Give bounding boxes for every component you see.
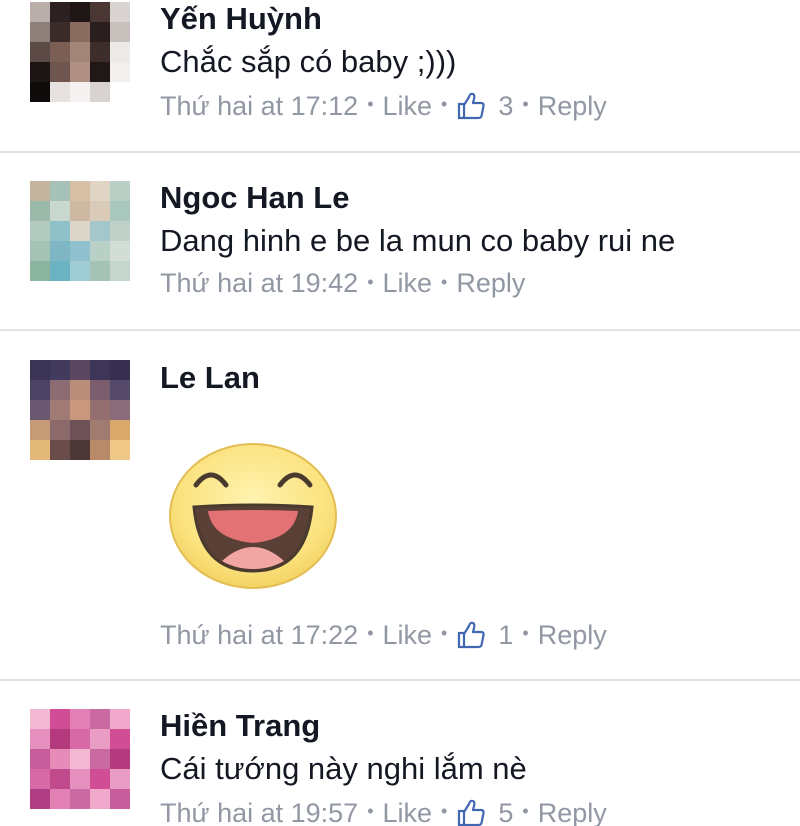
avatar[interactable] bbox=[30, 709, 130, 809]
avatar[interactable] bbox=[30, 360, 130, 460]
comment-author[interactable]: Le Lan bbox=[160, 362, 260, 393]
separator-dot: • bbox=[367, 271, 374, 292]
separator-dot: • bbox=[367, 94, 374, 114]
comment-timestamp[interactable]: Thứ hai at 19:57 bbox=[160, 799, 358, 826]
separator-dot: • bbox=[367, 623, 374, 643]
reply-link[interactable]: Reply bbox=[538, 799, 607, 826]
like-link[interactable]: Like bbox=[383, 270, 433, 297]
laughing-face-sticker[interactable] bbox=[166, 441, 340, 591]
comment-item: Le Lan Thứ hai at 17:22 • Like • 1 • Rep… bbox=[0, 331, 800, 679]
separator-dot: • bbox=[441, 271, 448, 292]
separator-dot: • bbox=[522, 94, 529, 114]
like-count[interactable]: 5 bbox=[498, 799, 513, 826]
separator-dot: • bbox=[367, 801, 374, 821]
separator-dot: • bbox=[522, 623, 529, 643]
separator-dot: • bbox=[441, 94, 448, 114]
comment-author[interactable]: Hiền Trang bbox=[160, 710, 320, 741]
comment-feed: Yến Huỳnh Chắc sắp có baby ;))) Thứ hai … bbox=[0, 0, 800, 826]
comment-item: Hiền Trang Cái tướng này nghi lắm nè Thứ… bbox=[0, 681, 800, 826]
like-link[interactable]: Like bbox=[383, 799, 433, 826]
comment-meta: Thứ hai at 17:12 • Like • 3 • Reply bbox=[160, 91, 607, 121]
thumbs-up-icon[interactable] bbox=[456, 620, 486, 650]
separator-dot: • bbox=[441, 623, 448, 643]
comment-timestamp[interactable]: Thứ hai at 19:42 bbox=[160, 270, 358, 297]
comment-text: Dang hinh e be la mun co baby rui ne bbox=[160, 223, 676, 258]
comment-meta: Thứ hai at 19:42 • Like • Reply bbox=[160, 270, 525, 297]
like-link[interactable]: Like bbox=[383, 621, 433, 649]
comment-meta: Thứ hai at 19:57 • Like • 5 • Reply bbox=[160, 798, 607, 826]
comment-author[interactable]: Ngoc Han Le bbox=[160, 182, 349, 213]
comment-item: Yến Huỳnh Chắc sắp có baby ;))) Thứ hai … bbox=[0, 0, 800, 152]
like-link[interactable]: Like bbox=[383, 92, 433, 120]
reply-link[interactable]: Reply bbox=[538, 621, 607, 649]
avatar[interactable] bbox=[30, 181, 130, 281]
comment-timestamp[interactable]: Thứ hai at 17:12 bbox=[160, 92, 358, 120]
avatar[interactable] bbox=[30, 2, 130, 102]
thumbs-up-icon[interactable] bbox=[456, 91, 486, 121]
comment-text: Chắc sắp có baby ;))) bbox=[160, 44, 457, 79]
like-count[interactable]: 3 bbox=[498, 92, 513, 120]
comment-meta: Thứ hai at 17:22 • Like • 1 • Reply bbox=[160, 620, 607, 650]
comment-item: Ngoc Han Le Dang hinh e be la mun co bab… bbox=[0, 153, 800, 329]
thumbs-up-icon[interactable] bbox=[456, 798, 486, 826]
separator-dot: • bbox=[441, 801, 448, 821]
comment-text: Cái tướng này nghi lắm nè bbox=[160, 751, 527, 786]
reply-link[interactable]: Reply bbox=[538, 92, 607, 120]
comment-timestamp[interactable]: Thứ hai at 17:22 bbox=[160, 621, 358, 649]
separator-dot: • bbox=[522, 801, 529, 821]
reply-link[interactable]: Reply bbox=[456, 270, 525, 297]
comment-author[interactable]: Yến Huỳnh bbox=[160, 3, 322, 34]
like-count[interactable]: 1 bbox=[498, 621, 513, 649]
